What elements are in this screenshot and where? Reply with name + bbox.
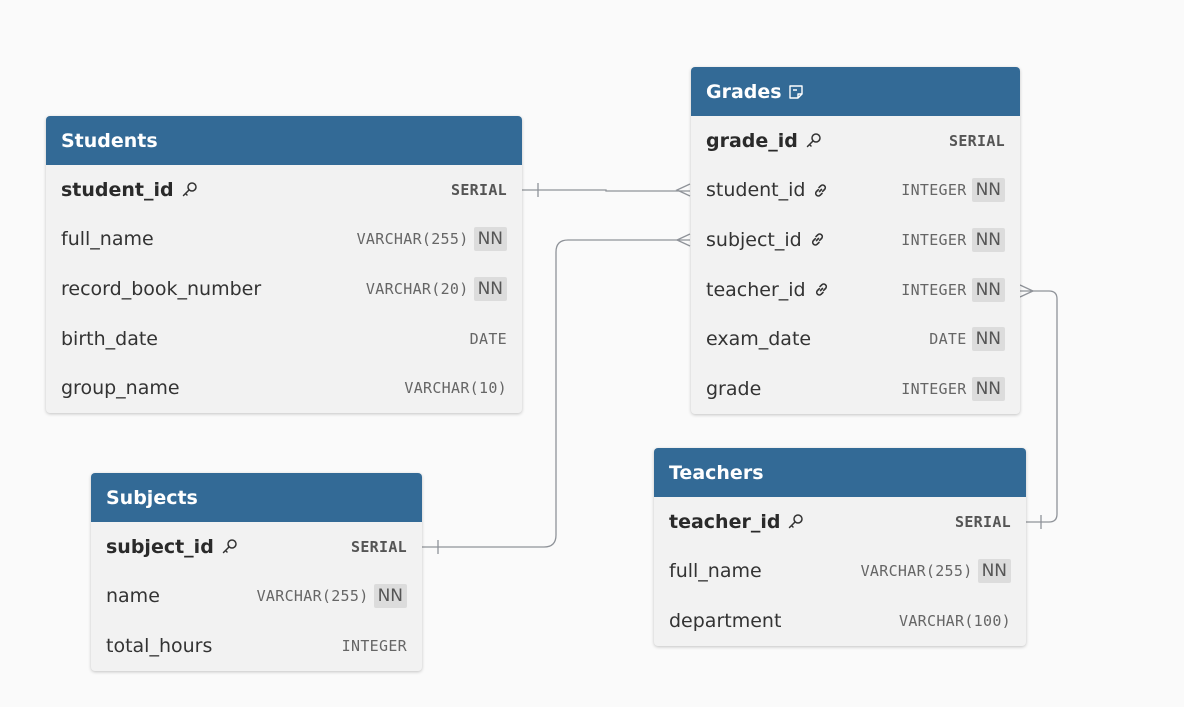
column-name: full_name: [61, 228, 154, 250]
column-type: VARCHAR(20): [365, 279, 469, 298]
column-row-student-id[interactable]: student_id SERIAL: [46, 165, 522, 215]
column-type: SERIAL: [949, 131, 1005, 150]
key-icon: [181, 181, 198, 198]
column-name: department: [669, 610, 781, 632]
column-name-text: teacher_id: [706, 278, 806, 301]
column-name: total_hours: [106, 635, 212, 657]
column-type: INTEGER: [901, 181, 967, 200]
table-title: Subjects: [106, 486, 198, 509]
column-name: student_id: [706, 179, 829, 201]
column-name-text: student_id: [61, 178, 174, 201]
column-type: INTEGER: [901, 280, 967, 299]
column-name-text: teacher_id: [669, 510, 781, 533]
column-row-teacher-id[interactable]: teacher_id INTEGER NN: [691, 265, 1020, 315]
column-type: VARCHAR(255): [356, 230, 469, 249]
column-name: subject_id: [706, 229, 826, 251]
column-type: VARCHAR(255): [256, 587, 369, 606]
column-row-exam-date[interactable]: exam_date DATE NN: [691, 314, 1020, 364]
column-name: subject_id: [106, 536, 238, 558]
column-name-text: birth_date: [61, 327, 158, 350]
column-row-subject-id[interactable]: subject_id INTEGER NN: [691, 215, 1020, 265]
table-title: Teachers: [669, 461, 764, 484]
column-name-text: department: [669, 609, 782, 632]
column-name-text: subject_id: [706, 228, 802, 251]
table-header[interactable]: Teachers: [654, 448, 1026, 497]
column-row-total-hours[interactable]: total_hours INTEGER: [91, 621, 422, 671]
key-icon: [787, 513, 804, 530]
column-type: VARCHAR(255): [860, 562, 973, 581]
not-null-badge: NN: [971, 327, 1005, 352]
column-name-text: record_book_number: [61, 277, 262, 300]
column-name-text: grade: [706, 377, 762, 400]
column-type: INTEGER: [341, 636, 407, 655]
key-icon: [805, 132, 822, 149]
column-name-text: full_name: [61, 228, 154, 251]
column-row-full-name[interactable]: full_name VARCHAR(255) NN: [654, 547, 1026, 597]
column-name-text: subject_id: [106, 535, 214, 558]
not-null-badge: NN: [971, 227, 1005, 252]
column-name: teacher_id: [669, 511, 804, 533]
column-row-teacher-id[interactable]: teacher_id SERIAL: [654, 497, 1026, 547]
column-name-text: total_hours: [106, 634, 213, 657]
column-name: teacher_id: [706, 279, 830, 301]
column-name: name: [106, 585, 160, 607]
not-null-badge: NN: [373, 584, 407, 609]
table-title: Grades: [706, 80, 782, 103]
column-name: birth_date: [61, 328, 158, 350]
column-row-grade-id[interactable]: grade_id SERIAL: [691, 116, 1020, 166]
table-subjects[interactable]: Subjects subject_id SERIAL name VARCHAR(255…: [91, 473, 422, 671]
column-name-text: full_name: [669, 560, 762, 583]
table-header[interactable]: Subjects: [91, 473, 422, 522]
column-name: group_name: [61, 377, 180, 399]
column-name-text: student_id: [706, 179, 806, 202]
column-name: record_book_number: [61, 278, 261, 300]
column-name: student_id: [61, 179, 198, 201]
connector-students-grades[interactable]: [522, 183, 691, 197]
table-title: Students: [61, 129, 158, 152]
link-icon: [813, 281, 830, 298]
column-name-text: group_name: [61, 377, 180, 400]
column-name: exam_date: [706, 328, 811, 350]
column-type: INTEGER: [901, 379, 967, 398]
column-name-text: grade_id: [706, 129, 798, 152]
column-name: grade: [706, 378, 761, 400]
column-type: VARCHAR(100): [899, 611, 1011, 630]
not-null-badge: NN: [971, 376, 1005, 401]
note-icon[interactable]: [788, 84, 804, 100]
column-row-record-book-number[interactable]: record_book_number VARCHAR(20) NN: [46, 264, 522, 314]
column-name: full_name: [669, 560, 762, 582]
table-header[interactable]: Students: [46, 116, 522, 165]
column-type: DATE: [929, 330, 967, 349]
link-icon: [812, 182, 829, 199]
column-type: INTEGER: [901, 230, 967, 249]
column-row-name[interactable]: name VARCHAR(255) NN: [91, 572, 422, 622]
column-row-department[interactable]: department VARCHAR(100): [654, 596, 1026, 646]
not-null-badge: NN: [473, 276, 507, 301]
column-name-text: name: [106, 585, 160, 608]
column-row-birth-date[interactable]: birth_date DATE: [46, 314, 522, 364]
column-name: grade_id: [706, 130, 822, 152]
table-header[interactable]: Grades: [691, 67, 1020, 116]
column-row-student-id[interactable]: student_id INTEGER NN: [691, 166, 1020, 216]
table-students[interactable]: Students student_id SERIAL full_name VARCHA…: [46, 116, 522, 413]
not-null-badge: NN: [473, 227, 507, 252]
table-grades[interactable]: Grades grade_id SERIAL student_id INTEGER NN…: [691, 67, 1020, 414]
column-row-group-name[interactable]: group_name VARCHAR(10): [46, 363, 522, 413]
table-teachers[interactable]: Teachers teacher_id SERIAL full_name VARCHA…: [654, 448, 1026, 646]
not-null-badge: NN: [971, 277, 1005, 302]
column-row-full-name[interactable]: full_name VARCHAR(255) NN: [46, 215, 522, 265]
column-row-subject-id[interactable]: subject_id SERIAL: [91, 522, 422, 572]
key-icon: [221, 538, 238, 555]
link-icon: [809, 231, 826, 248]
column-type: VARCHAR(10): [404, 379, 507, 398]
not-null-badge: NN: [971, 178, 1005, 203]
column-type: SERIAL: [955, 512, 1011, 531]
column-row-grade[interactable]: grade INTEGER NN: [691, 364, 1020, 414]
column-type: SERIAL: [351, 537, 407, 556]
column-name-text: exam_date: [706, 328, 812, 351]
not-null-badge: NN: [977, 559, 1011, 584]
column-type: SERIAL: [451, 180, 507, 199]
column-type: DATE: [469, 329, 507, 348]
